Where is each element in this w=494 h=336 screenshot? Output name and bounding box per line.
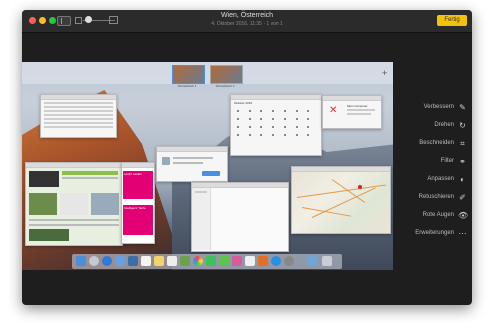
tool-crop-label: Beschneiden bbox=[419, 140, 454, 146]
extensions-icon: ⋯ bbox=[458, 229, 467, 238]
system-preferences-icon bbox=[284, 256, 294, 266]
filter-icon: ⚭ bbox=[459, 157, 466, 166]
red-eye-icon: 👁 bbox=[458, 211, 469, 220]
tool-red-eye[interactable]: Rote Augen 👁 bbox=[410, 210, 470, 222]
reminders-icon bbox=[167, 256, 177, 266]
title-bar: Wien, Österreich 4. Oktober 2016, 11:35 … bbox=[22, 10, 472, 33]
info-window-thumb: ✕ Mein Computer bbox=[322, 95, 382, 129]
tool-retouch[interactable]: Retuschieren ✐ bbox=[410, 192, 470, 204]
ad-banner-2: Intelligenz Tarife bbox=[123, 205, 153, 235]
photo-canvas[interactable]: Schreibtisch 1 Schreibtisch 2 + Oktober … bbox=[22, 62, 393, 270]
telekom-ad-window-thumb: Leicht Laufen Intelligenz Tarife bbox=[121, 162, 155, 244]
tool-adjust-label: Anpassen bbox=[427, 176, 454, 182]
finder-window-thumb bbox=[40, 94, 117, 138]
zoom-large-icon bbox=[109, 16, 118, 24]
mission-control-bar: Schreibtisch 1 Schreibtisch 2 + bbox=[22, 62, 393, 88]
info-title: Mein Computer bbox=[347, 104, 368, 108]
contacts-icon bbox=[128, 256, 138, 266]
maps-icon bbox=[180, 256, 190, 266]
tool-adjust[interactable]: Anpassen ◐ bbox=[410, 174, 470, 186]
ibooks-icon bbox=[258, 256, 268, 266]
ad-banner-1: Leicht Laufen bbox=[123, 171, 153, 199]
launchpad-icon bbox=[89, 256, 99, 266]
done-button[interactable]: Fertig bbox=[437, 15, 467, 26]
dialog-window-thumb bbox=[156, 146, 228, 182]
app-store-icon bbox=[271, 256, 281, 266]
adjust-icon: ◐ bbox=[460, 175, 465, 184]
fullscreen-button[interactable] bbox=[49, 17, 56, 24]
map-pin-icon bbox=[358, 185, 362, 189]
tool-rotate[interactable]: Drehen ↻ bbox=[410, 120, 470, 132]
zoom-small-icon bbox=[75, 17, 82, 24]
tool-filter[interactable]: Filter ⚭ bbox=[410, 156, 470, 168]
tool-filter-label: Filter bbox=[440, 158, 454, 164]
dock-bar bbox=[72, 254, 342, 269]
safari-icon bbox=[102, 256, 112, 266]
desktop-label-2: Schreibtisch 2 bbox=[215, 84, 235, 88]
notes-icon bbox=[154, 256, 164, 266]
maps-window-thumb bbox=[291, 166, 391, 234]
photos-window: Wien, Österreich 4. Oktober 2016, 11:35 … bbox=[22, 10, 472, 305]
trash-icon bbox=[322, 256, 332, 266]
zoom-slider-knob[interactable] bbox=[85, 16, 92, 23]
facetime-icon bbox=[219, 256, 229, 266]
downloads-folder-icon bbox=[308, 256, 318, 266]
desktop-thumb-2 bbox=[210, 65, 243, 84]
rotate-icon: ↻ bbox=[459, 121, 466, 130]
add-desktop-icon: + bbox=[382, 68, 388, 78]
close-x-icon: ✕ bbox=[329, 105, 338, 116]
sidebar-icon[interactable] bbox=[57, 16, 71, 26]
document-window-thumb bbox=[191, 182, 289, 252]
tool-enhance[interactable]: Verbessern ✎ bbox=[410, 102, 470, 114]
itunes-icon bbox=[232, 256, 242, 266]
tool-retouch-label: Retuschieren bbox=[418, 194, 454, 200]
crop-icon: ⌗ bbox=[460, 139, 465, 148]
calendar-window-thumb: Oktober 2016 bbox=[230, 94, 322, 156]
close-button[interactable] bbox=[29, 17, 36, 24]
desktop-thumb-1 bbox=[172, 65, 205, 84]
tool-crop[interactable]: Beschneiden ⌗ bbox=[410, 138, 470, 150]
pages-icon bbox=[245, 256, 255, 266]
finder-icon bbox=[76, 256, 86, 266]
minimize-button[interactable] bbox=[39, 17, 46, 24]
calendar-icon bbox=[141, 256, 151, 266]
tool-rotate-label: Drehen bbox=[434, 122, 454, 128]
photo-title: Wien, Österreich bbox=[220, 12, 274, 19]
safari-window-thumb bbox=[25, 162, 123, 246]
messages-icon bbox=[206, 256, 216, 266]
photo-subtitle: 4. Oktober 2016, 11:35 · 1 von 1 bbox=[211, 21, 283, 27]
tool-red-eye-label: Rote Augen bbox=[422, 212, 454, 218]
magic-wand-icon: ✎ bbox=[459, 103, 466, 112]
tool-enhance-label: Verbessern bbox=[423, 104, 454, 110]
phone-ad-image bbox=[29, 171, 59, 187]
desktop-label-1: Schreibtisch 1 bbox=[177, 84, 197, 88]
tool-extensions-label: Erweiterungen bbox=[415, 230, 454, 236]
mail-icon bbox=[115, 256, 125, 266]
photos-icon bbox=[193, 256, 203, 266]
retouch-icon: ✐ bbox=[459, 193, 466, 202]
tool-extensions[interactable]: Erweiterungen ⋯ bbox=[410, 228, 470, 240]
